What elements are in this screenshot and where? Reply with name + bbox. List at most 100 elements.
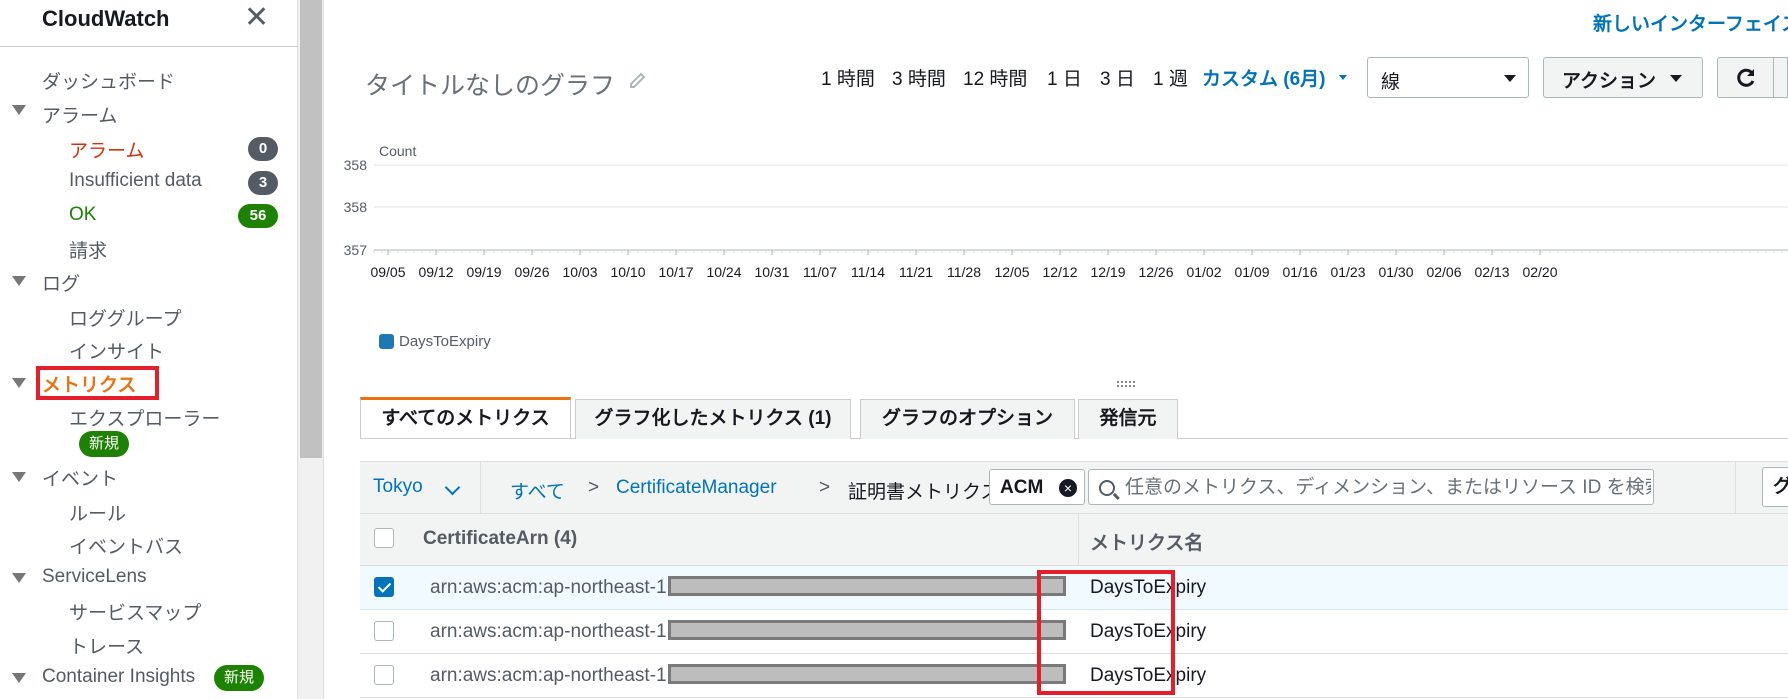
row-checkbox[interactable] — [374, 577, 394, 597]
sidebar-header: CloudWatch ✕ — [0, 0, 298, 47]
sidebar-item-dashboard[interactable]: ダッシュボード — [42, 67, 175, 94]
ok-count-badge: 56 — [238, 204, 278, 228]
x-tick-label: 02/06 — [1426, 264, 1461, 280]
chevron-down-icon[interactable] — [444, 479, 461, 496]
x-tick-label: 01/02 — [1186, 264, 1221, 280]
chart-type-value: 線 — [1381, 72, 1401, 93]
sidebar-item-event-buses[interactable]: イベントバス — [69, 532, 183, 559]
new-interface-link[interactable]: 新しいインターフェイス — [1593, 9, 1788, 36]
caret-down-icon[interactable] — [12, 105, 26, 115]
remove-token-icon[interactable]: × — [1059, 479, 1077, 497]
column-divider[interactable] — [1078, 514, 1079, 566]
x-tick-label: 12/19 — [1090, 264, 1125, 280]
select-all-checkbox[interactable] — [374, 528, 394, 548]
redacted-arn-block — [668, 620, 1066, 640]
x-tick-label: 02/20 — [1522, 264, 1557, 280]
caret-down-icon[interactable] — [12, 472, 26, 482]
refresh-dropdown[interactable] — [1774, 57, 1788, 98]
sidebar-title: CloudWatch — [42, 6, 170, 31]
refresh-button[interactable] — [1717, 57, 1774, 98]
legend-swatch — [379, 334, 394, 349]
x-tick-label: 10/17 — [658, 264, 693, 280]
filter-token-label: ACM — [1000, 477, 1044, 498]
caret-down-icon[interactable] — [12, 673, 26, 683]
sidebar-item-service-map[interactable]: サービスマップ — [69, 598, 201, 625]
sidebar-item-alarm[interactable]: アラーム — [69, 136, 144, 163]
x-tick-label: 11/14 — [851, 264, 885, 280]
sidebar-item-ok[interactable]: OK — [69, 204, 96, 226]
x-tick-label: 11/07 — [803, 264, 837, 280]
sidebar-item-alarms-group[interactable]: アラーム — [42, 101, 117, 128]
sidebar-item-metrics[interactable]: メトリクス — [42, 370, 136, 397]
x-tick-label: 01/30 — [1378, 264, 1413, 280]
x-tick-label: 10/24 — [706, 264, 741, 280]
tab-source[interactable]: 発信元 — [1078, 399, 1178, 439]
sidebar-item-traces[interactable]: トレース — [69, 632, 144, 659]
y-axis-label: Count — [379, 143, 416, 159]
sidebar-item-billing[interactable]: 請求 — [69, 236, 107, 263]
row-checkbox[interactable] — [374, 621, 394, 641]
caret-down-icon[interactable] — [12, 276, 26, 286]
breadcrumb-certificate-manager[interactable]: CertificateManager — [616, 477, 777, 499]
time-range-1d[interactable]: 1 日 — [1047, 64, 1082, 91]
x-axis: 09/05 09/12 09/19 09/26 10/03 10/10 10/17 10/24… — [370, 250, 1783, 280]
time-range-12h[interactable]: 12 時間 — [963, 64, 1027, 91]
table-row[interactable]: arn:aws:acm:ap-northeast-1: DaysToExpiry — [360, 566, 1788, 610]
certificate-arn: arn:aws:acm:ap-northeast-1: — [430, 577, 672, 598]
custom-range-button[interactable]: カスタム (6月) — [1202, 64, 1347, 91]
pencil-icon[interactable] — [627, 70, 649, 92]
tab-all-metrics[interactable]: すべてのメトリクス — [360, 397, 571, 438]
x-tick-label: 12/12 — [1042, 264, 1077, 280]
search-box[interactable] — [1088, 469, 1654, 505]
sidebar: CloudWatch ✕ ダッシュボード アラーム アラーム 0 Insuffi… — [0, 0, 298, 699]
new-badge: 新規 — [214, 665, 265, 691]
refresh-icon — [1737, 68, 1755, 87]
time-range-3d[interactable]: 3 日 — [1100, 64, 1135, 91]
actions-button[interactable]: アクション — [1543, 57, 1703, 98]
sidebar-item-insufficient-data[interactable]: Insufficient data — [69, 170, 202, 192]
time-range-1w[interactable]: 1 週 — [1153, 64, 1188, 91]
sidebar-item-logs[interactable]: ログ — [42, 269, 80, 296]
region-select[interactable]: Tokyo — [373, 476, 423, 498]
filter-bar: Tokyo すべて > CertificateManager > 証明書メトリク… — [360, 461, 1788, 515]
sidebar-item-rules[interactable]: ルール — [69, 499, 126, 526]
graph-search-button[interactable]: グラフ検索 — [1762, 467, 1788, 507]
x-tick-label: 12/05 — [994, 264, 1029, 280]
sidebar-item-explorer[interactable]: エクスプローラー — [69, 404, 220, 431]
sidebar-item-log-groups[interactable]: ロググループ — [69, 304, 181, 331]
caret-down-icon[interactable] — [12, 573, 26, 583]
x-tick-label: 11/21 — [899, 264, 933, 280]
x-tick-label: 09/19 — [466, 264, 501, 280]
column-header-metric-name[interactable]: メトリクス名 — [1090, 528, 1203, 555]
column-header-certificate-arn[interactable]: CertificateArn (4) — [423, 528, 577, 550]
insufficient-count-badge: 3 — [248, 171, 278, 195]
row-checkbox[interactable] — [374, 665, 394, 685]
sidebar-item-container-insights[interactable]: Container Insights — [42, 666, 195, 688]
graph-title[interactable]: タイトルなしのグラフ — [365, 66, 615, 102]
search-input[interactable] — [1125, 474, 1651, 502]
chart: Count 358 358 357 09/05 09/12 09/19 09/26 10/0… — [344, 143, 1788, 280]
table-row[interactable]: arn:aws:acm:ap-northeast-1: DaysToExpiry — [360, 654, 1788, 698]
table-row[interactable]: arn:aws:acm:ap-northeast-1: DaysToExpiry — [360, 610, 1788, 654]
certificate-arn: arn:aws:acm:ap-northeast-1: — [430, 665, 672, 686]
tab-graphed-metrics[interactable]: グラフ化したメトリクス (1) — [575, 399, 851, 439]
y-axis: 358 358 357 — [344, 157, 1788, 258]
caret-down-icon[interactable] — [12, 378, 26, 388]
time-range-1h[interactable]: 1 時間 — [821, 64, 875, 91]
new-badge: 新規 — [79, 431, 130, 457]
sidebar-item-events[interactable]: イベント — [42, 464, 118, 491]
search-icon — [1099, 480, 1115, 496]
breadcrumb-all[interactable]: すべて — [510, 477, 565, 504]
custom-range-label: カスタム (6月) — [1202, 69, 1326, 90]
time-range-3h[interactable]: 3 時間 — [892, 64, 946, 91]
metric-name: DaysToExpiry — [1090, 577, 1207, 598]
x-tick-label: 09/26 — [514, 264, 549, 280]
sidebar-item-insights[interactable]: インサイト — [69, 337, 164, 364]
sidebar-scrollbar-thumb[interactable] — [300, 0, 322, 458]
chart-type-select[interactable]: 線 — [1367, 57, 1529, 98]
resize-handle[interactable] — [1117, 381, 1135, 387]
sidebar-item-servicelens[interactable]: ServiceLens — [42, 566, 147, 588]
tab-graph-options[interactable]: グラフのオプション — [860, 399, 1075, 439]
alarm-count-badge: 0 — [248, 137, 278, 161]
close-icon[interactable]: ✕ — [244, 0, 269, 35]
